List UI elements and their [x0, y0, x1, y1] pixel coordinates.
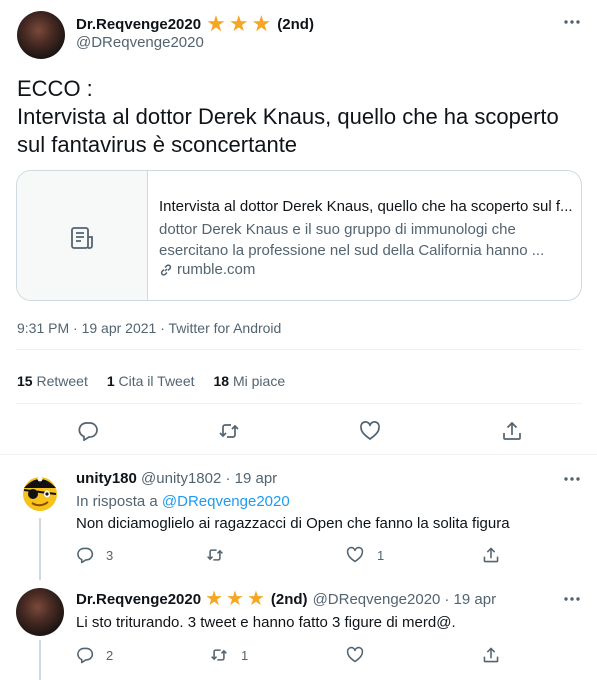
author-name[interactable]: Dr.Reqvenge2020: [76, 16, 201, 33]
likes-stat[interactable]: 18 Mi piace: [214, 373, 286, 389]
card-description: dottor Derek Knaus e il suo gruppo di im…: [159, 221, 545, 259]
author-handle[interactable]: @DReqvenge2020: [313, 591, 441, 608]
reply-to-handle[interactable]: @DReqvenge2020: [162, 493, 290, 510]
card-domain: rumble.com: [159, 261, 255, 278]
thread-line: [39, 518, 41, 580]
share-icon[interactable]: [482, 546, 500, 564]
avatar[interactable]: [17, 11, 65, 59]
star-icon: ★: [246, 588, 265, 610]
link-card[interactable]: Intervista al dottor Derek Knaus, quello…: [16, 170, 582, 301]
author-handle[interactable]: @unity1802: [141, 470, 221, 487]
more-icon[interactable]: [562, 591, 582, 607]
reply-count: 2: [106, 648, 114, 663]
reply-count: 3: [106, 548, 114, 563]
tweet-time[interactable]: · 19 apr: [225, 470, 277, 487]
divider: [0, 454, 597, 455]
reply-text: Non diciamoglielo ai ragazzacci di Open …: [76, 515, 510, 532]
tweet-text: ECCO : Intervista al dottor Derek Knaus,…: [17, 76, 559, 157]
tweet-meta[interactable]: 9:31 PM · 19 apr 2021 · Twitter for Andr…: [17, 320, 281, 336]
like-icon[interactable]: [359, 420, 381, 442]
star-icon: ★: [205, 588, 224, 610]
tweet-time[interactable]: · 19 apr: [444, 591, 496, 608]
thread-line: [39, 640, 41, 680]
like-count: 1: [377, 548, 385, 563]
star-icon: ★: [251, 11, 272, 36]
more-icon[interactable]: [562, 14, 582, 30]
retweet-icon[interactable]: [210, 646, 228, 664]
retweets-stat[interactable]: 15 Retweet: [17, 373, 88, 389]
share-icon[interactable]: [482, 646, 500, 664]
retweet-icon[interactable]: [206, 546, 224, 564]
divider: [16, 403, 582, 404]
reply-icon[interactable]: [76, 646, 94, 664]
reply-to-label: In risposta a: [76, 493, 158, 510]
card-title: Intervista al dottor Derek Knaus, quello…: [159, 198, 573, 215]
retweet-icon[interactable]: [218, 420, 240, 442]
tweet-stats: 15 Retweet 1 Cita il Tweet 18 Mi piace: [17, 373, 285, 389]
author-handle[interactable]: @DReqvenge2020: [76, 34, 204, 51]
author-name[interactable]: Dr.Reqvenge2020: [76, 591, 201, 608]
like-icon[interactable]: [346, 646, 364, 664]
card-thumbnail: [17, 171, 148, 300]
star-icon: ★: [228, 11, 249, 36]
reply-icon[interactable]: [76, 546, 94, 564]
share-icon[interactable]: [501, 420, 523, 442]
link-icon: [159, 263, 173, 277]
article-icon: [69, 225, 95, 251]
star-icon: ★: [206, 11, 226, 36]
rank-label: (2nd): [277, 15, 314, 33]
retweet-count: 1: [241, 648, 249, 663]
star-icon: ★: [226, 588, 244, 610]
reply-icon[interactable]: [77, 420, 99, 442]
like-icon[interactable]: [346, 546, 364, 564]
divider: [16, 349, 582, 350]
avatar[interactable]: [16, 466, 64, 514]
rank-label: (2nd): [270, 590, 308, 608]
more-icon[interactable]: [562, 471, 582, 487]
author-name[interactable]: unity180: [76, 470, 137, 487]
avatar[interactable]: [16, 588, 64, 636]
quotes-stat[interactable]: 1 Cita il Tweet: [107, 373, 195, 389]
reply-text: Li sto triturando. 3 tweet e hanno fatto…: [76, 614, 456, 631]
